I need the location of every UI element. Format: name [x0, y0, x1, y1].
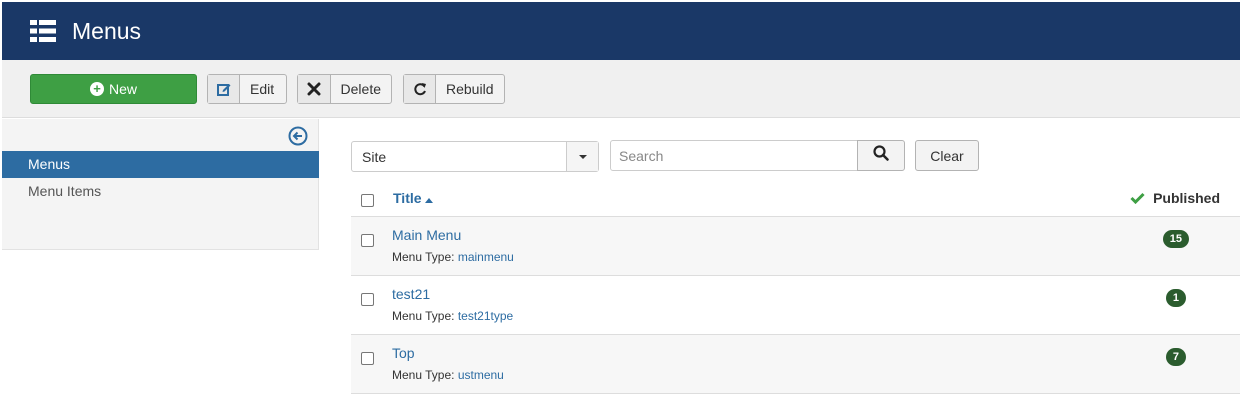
menu-type: Menu Type: mainmenu	[392, 250, 514, 264]
delete-button-label: Delete	[340, 81, 381, 97]
sort-asc-icon	[425, 190, 434, 206]
published-count-badge[interactable]: 15	[1162, 230, 1189, 248]
refresh-icon	[404, 75, 436, 103]
menu-type-prefix: Menu Type:	[392, 368, 455, 382]
menu-type-value: mainmenu	[457, 250, 514, 264]
menu-type: Menu Type: ustmenu	[392, 368, 504, 382]
table-header: Title Published	[351, 180, 1240, 217]
menu-title-link[interactable]: test21	[392, 286, 430, 302]
new-button-label: New	[108, 81, 137, 97]
rebuild-button-label: Rebuild	[446, 81, 494, 97]
row-checkbox[interactable]	[361, 234, 374, 247]
menu-type-prefix: Menu Type:	[392, 309, 455, 323]
new-button[interactable]: + New	[30, 74, 197, 104]
search-icon	[873, 145, 889, 166]
client-select-value: Site	[362, 149, 387, 165]
delete-button[interactable]: Delete	[297, 74, 392, 104]
collapse-sidebar-icon[interactable]	[288, 126, 308, 146]
edit-button-label: Edit	[250, 81, 275, 97]
edit-icon	[208, 75, 240, 103]
title-column-label: Title	[393, 190, 422, 206]
published-count-badge[interactable]: 7	[1165, 348, 1186, 366]
toolbar: + New Edit Delete Rebuild	[2, 60, 1240, 118]
search-button[interactable]	[857, 140, 905, 171]
sidebar-item-menus[interactable]: Menus	[2, 151, 319, 178]
edit-button[interactable]: Edit	[207, 74, 287, 104]
plus-circle-icon: +	[89, 82, 104, 96]
app-header: Menus	[2, 2, 1240, 60]
menu-type-value: test21type	[457, 309, 514, 323]
menu-type-prefix: Menu Type:	[392, 250, 455, 264]
client-select[interactable]: Site	[351, 141, 599, 172]
close-icon	[298, 75, 331, 103]
row-checkbox[interactable]	[361, 352, 374, 365]
menu-type: Menu Type: test21type	[392, 309, 513, 323]
menu-title-link[interactable]: Top	[392, 345, 415, 361]
row-checkbox[interactable]	[361, 293, 374, 306]
menus-table: Title Published Main Menu Menu Type: mai…	[351, 180, 1240, 394]
list-icon	[30, 18, 56, 44]
check-icon	[1130, 192, 1145, 204]
sort-by-title[interactable]: Title	[393, 190, 434, 206]
search-input[interactable]	[610, 140, 858, 171]
published-column-label: Published	[1153, 190, 1220, 206]
sidebar: Menus Menu Items	[2, 119, 319, 250]
select-all-checkbox[interactable]	[361, 194, 374, 207]
table-row: Main Menu Menu Type: mainmenu 15	[351, 217, 1240, 276]
table-row: Top Menu Type: ustmenu 7	[351, 335, 1240, 394]
published-column-header: Published	[1130, 190, 1220, 206]
page-title: Menus	[72, 17, 142, 44]
menu-title-link[interactable]: Main Menu	[392, 227, 461, 243]
menu-type-value: ustmenu	[457, 368, 504, 382]
published-count-badge[interactable]: 1	[1165, 289, 1186, 307]
clear-button[interactable]: Clear	[915, 140, 979, 171]
table-row: test21 Menu Type: test21type 1	[351, 276, 1240, 335]
sidebar-item-menu-items[interactable]: Menu Items	[2, 178, 319, 205]
rebuild-button[interactable]: Rebuild	[403, 74, 505, 104]
chevron-down-icon	[566, 142, 598, 171]
